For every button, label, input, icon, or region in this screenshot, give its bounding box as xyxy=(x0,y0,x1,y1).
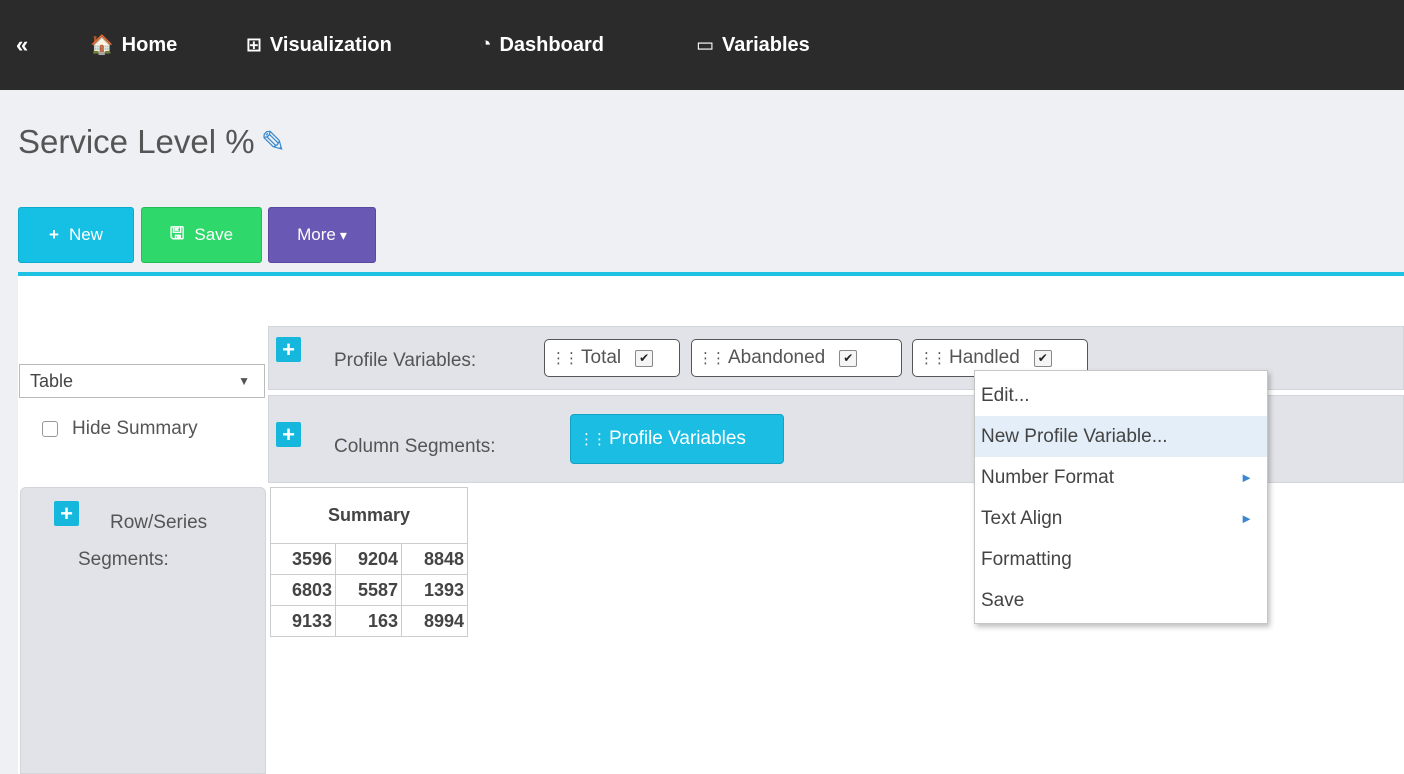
nav-home[interactable]: 🏠 Home xyxy=(90,30,177,60)
menu-item-formatting[interactable]: Formatting xyxy=(975,539,1267,580)
new-button[interactable]: + New xyxy=(18,207,134,263)
table-cell[interactable]: 163 xyxy=(335,605,402,637)
menu-item-label: New Profile Variable... xyxy=(981,425,1168,447)
view-type-select[interactable]: Table ▼ xyxy=(19,364,265,398)
menu-item-label: Edit... xyxy=(981,384,1030,406)
nav-home-label: Home xyxy=(121,33,178,56)
table-cell[interactable]: 5587 xyxy=(335,574,402,606)
table-cell[interactable]: 1393 xyxy=(401,574,468,606)
page-title-row: Service Level % ✎ xyxy=(18,123,286,161)
nav-variables-label: Variables xyxy=(721,33,810,56)
plus-icon: + xyxy=(49,225,59,244)
summary-header: Summary xyxy=(270,487,468,544)
table-cell[interactable]: 9133 xyxy=(270,605,336,637)
profile-variables-label: Profile Variables: xyxy=(334,350,477,371)
menu-item-label: Save xyxy=(981,589,1025,611)
floppy-icon: 🖫 xyxy=(169,223,185,243)
monitor-icon: ▭ xyxy=(696,34,714,56)
caret-down-icon: ▾ xyxy=(339,226,347,243)
menu-item-number-format[interactable]: Number Format ► xyxy=(975,457,1267,498)
drag-handle-icon[interactable]: ⋮⋮ xyxy=(919,349,947,367)
table-cell[interactable]: 8848 xyxy=(401,543,468,575)
menu-item-edit[interactable]: Edit... xyxy=(975,375,1267,416)
table-cell[interactable]: 9204 xyxy=(335,543,402,575)
view-type-value: Table xyxy=(30,370,74,391)
menu-item-label: Formatting xyxy=(981,548,1072,570)
nav-dashboard-label: Dashboard xyxy=(499,33,604,56)
row-series-label: Row/Series xyxy=(110,512,208,533)
profile-chip-label: Handled xyxy=(949,347,1020,368)
profile-chip-checkbox[interactable]: ✔ xyxy=(839,349,858,367)
save-button[interactable]: 🖫 Save xyxy=(141,207,262,263)
menu-item-save[interactable]: Save xyxy=(975,580,1267,621)
save-button-label: Save xyxy=(194,225,234,244)
table-row: 9133 163 8994 xyxy=(270,605,468,637)
profile-chip-checkbox[interactable]: ✔ xyxy=(1033,349,1052,367)
drag-handle-icon[interactable]: ⋮⋮ xyxy=(698,349,726,367)
hide-summary-checkbox[interactable] xyxy=(42,421,58,437)
table-row: 6803 5587 1393 xyxy=(270,574,468,606)
submenu-arrow-icon: ► xyxy=(1240,511,1253,526)
nav-dashboard[interactable]: ◔ Dashboard xyxy=(480,30,604,60)
menu-item-text-align[interactable]: Text Align ► xyxy=(975,498,1267,539)
drag-handle-icon[interactable]: ⋮⋮ xyxy=(579,430,607,448)
column-chip-profile-variables[interactable]: ⋮⋮ Profile Variables xyxy=(570,414,784,464)
collapse-sidebar-icon[interactable]: « xyxy=(16,30,28,60)
column-segments-label: Column Segments: xyxy=(334,436,496,457)
row-segments-label: Segments: xyxy=(78,549,169,570)
table-icon: ⊞ xyxy=(246,34,262,56)
nav-variables[interactable]: ▭ Variables xyxy=(696,30,810,60)
menu-item-label: Number Format xyxy=(981,466,1115,488)
add-row-segment-button[interactable]: + xyxy=(54,501,79,526)
home-icon: 🏠 xyxy=(90,35,114,56)
summary-table: Summary 3596 9204 8848 6803 5587 1393 91… xyxy=(270,487,468,637)
hide-summary-option[interactable]: Hide Summary xyxy=(42,418,198,440)
context-menu: Edit... New Profile Variable... Number F… xyxy=(974,370,1268,624)
page-title: Service Level % xyxy=(18,123,255,160)
dashboard-icon: ◔ xyxy=(480,34,492,55)
profile-chip-label: Abandoned xyxy=(728,347,826,368)
profile-chip-label: Total xyxy=(581,347,622,368)
submenu-arrow-icon: ► xyxy=(1240,470,1253,485)
table-cell[interactable]: 8994 xyxy=(401,605,468,637)
profile-chip-total[interactable]: ⋮⋮ Total ✔ xyxy=(544,339,680,377)
column-chip-label: Profile Variables xyxy=(609,428,746,449)
more-dropdown-button[interactable]: More ▾ xyxy=(268,207,376,263)
profile-chip-abandoned[interactable]: ⋮⋮ Abandoned ✔ xyxy=(691,339,902,377)
table-cell[interactable]: 3596 xyxy=(270,543,336,575)
table-cell[interactable]: 6803 xyxy=(270,574,336,606)
table-row: 3596 9204 8848 xyxy=(270,543,468,575)
profile-chip-checkbox[interactable]: ✔ xyxy=(635,349,654,367)
select-caret-icon: ▼ xyxy=(238,374,250,388)
menu-item-new-profile-variable[interactable]: New Profile Variable... xyxy=(975,416,1267,457)
nav-visualization[interactable]: ⊞ Visualization xyxy=(246,30,392,60)
new-button-label: New xyxy=(68,225,103,244)
nav-visualization-label: Visualization xyxy=(269,33,392,56)
add-profile-variable-button[interactable]: + xyxy=(276,337,301,362)
hide-summary-label: Hide Summary xyxy=(72,418,198,439)
top-navbar: « 🏠 Home ⊞ Visualization ◔ Dashboard ▭ V… xyxy=(0,0,1404,90)
menu-item-label: Text Align xyxy=(981,507,1063,529)
drag-handle-icon[interactable]: ⋮⋮ xyxy=(551,349,579,367)
add-column-segment-button[interactable]: + xyxy=(276,422,301,447)
more-button-label: More xyxy=(297,225,336,244)
pencil-icon[interactable]: ✎ xyxy=(261,125,286,160)
